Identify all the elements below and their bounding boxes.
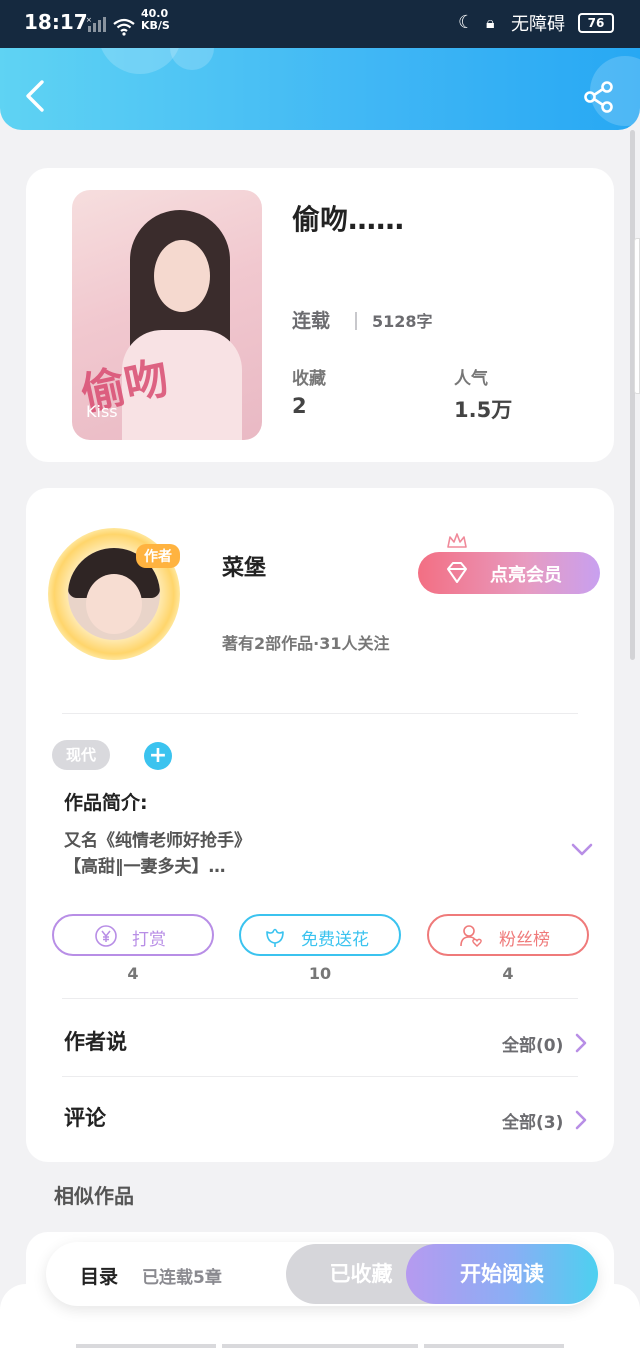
author-meta: 著有2部作品·31人关注 (222, 634, 390, 653)
intro-text-line: 【高甜‖一妻多夫】… (64, 857, 226, 877)
fan-ranking-button[interactable]: 粉丝榜 (427, 914, 589, 956)
author-name[interactable]: 菜堡 (222, 550, 266, 582)
author-avatar[interactable]: 作者 (48, 528, 180, 660)
author-info-card: 作者 菜堡 著有2部作品·31人关注 点亮会员 现代 + 作品简介: 又名《纯情… (26, 488, 614, 1162)
network-speed-unit: KB/S (141, 19, 170, 32)
yen-coin-icon (95, 925, 117, 947)
intro-text-line: 又名《纯情老师好抢手》 (64, 831, 251, 851)
book-info-card: 偷吻 Kiss 偷吻…… 连载 5128字 收藏 2 人气 1.5万 (26, 168, 614, 462)
intro-title: 作品简介: (64, 792, 148, 814)
avatar-illustration-face (86, 574, 142, 634)
bottom-action-bar: 目录 已连载5章 已收藏 开始阅读 (46, 1242, 598, 1306)
lock-rotation-icon: 🔒︎ (486, 13, 495, 32)
author-notes-title: 作者说 (64, 1030, 127, 1054)
book-cover-image[interactable]: 偷吻 Kiss (72, 190, 262, 440)
diamond-icon (447, 562, 467, 583)
accessibility-label: 无障碍 (511, 14, 565, 35)
tip-button-label: 打赏 (132, 930, 166, 950)
crown-icon (447, 533, 467, 548)
book-word-count: 5128字 (372, 312, 433, 331)
chapter-count: 已连载5章 (142, 1268, 222, 1288)
battery-icon: 76 (578, 13, 614, 33)
cover-illustration-face (154, 240, 210, 312)
tip-button[interactable]: 打赏 (52, 914, 214, 956)
flower-count: 10 (308, 964, 332, 983)
stat-favorites-value: 2 (292, 394, 307, 418)
status-divider (355, 312, 357, 330)
comments-title: 评论 (64, 1106, 106, 1130)
fan-count: 4 (502, 964, 514, 983)
chevron-right-icon[interactable] (574, 1033, 588, 1053)
vip-button-label: 点亮会员 (490, 565, 562, 586)
top-header: 18:17 × 40.0 KB/S ☾ 🔒︎ 无障碍 76 (0, 0, 640, 130)
fan-ranking-icon (460, 925, 482, 947)
network-speed: 40.0 KB/S (141, 8, 170, 32)
start-reading-button[interactable]: 开始阅读 (406, 1244, 598, 1304)
chevron-right-icon[interactable] (574, 1110, 588, 1130)
author-badge: 作者 (136, 544, 180, 568)
comments-all-link[interactable]: 全部(3) (502, 1108, 563, 1133)
send-flower-button[interactable]: 免费送花 (239, 914, 401, 956)
stat-popularity-value: 1.5万 (454, 398, 513, 422)
book-status: 连载 (292, 310, 331, 332)
fan-ranking-label: 粉丝榜 (499, 930, 550, 950)
author-notes-all-link[interactable]: 全部(0) (502, 1031, 563, 1056)
signal-icon: × (86, 16, 106, 32)
expand-intro-chevron-icon[interactable] (570, 842, 594, 858)
stat-popularity-label: 人气 (454, 369, 488, 389)
scrollbar-track[interactable] (630, 130, 635, 660)
side-drawer-handle[interactable] (634, 238, 640, 394)
nav-indicator (424, 1344, 564, 1348)
status-bar: 18:17 × 40.0 KB/S ☾ 🔒︎ 无障碍 76 (0, 0, 640, 48)
divider (62, 998, 578, 999)
divider (62, 1076, 578, 1077)
moon-icon: ☾ (458, 12, 475, 33)
tip-count: 4 (127, 964, 139, 983)
stat-favorites-label: 收藏 (292, 369, 326, 389)
status-time: 18:17 (24, 10, 88, 34)
divider (62, 713, 578, 714)
flower-icon (266, 928, 284, 947)
nav-indicator (222, 1344, 418, 1348)
add-tag-button[interactable]: + (144, 742, 172, 770)
svg-text:×: × (86, 16, 92, 24)
wifi-icon (113, 18, 135, 36)
vip-membership-button[interactable]: 点亮会员 (418, 552, 600, 594)
book-title: 偷吻…… (292, 203, 405, 236)
share-button[interactable] (582, 80, 616, 114)
send-flower-label: 免费送花 (301, 930, 369, 950)
cover-subtitle-text: Kiss (86, 402, 118, 421)
back-button[interactable] (20, 78, 52, 114)
similar-works-title: 相似作品 (54, 1184, 134, 1208)
table-of-contents-button[interactable]: 目录 (80, 1262, 118, 1289)
genre-tag[interactable]: 现代 (52, 740, 110, 770)
nav-indicator (76, 1344, 216, 1348)
